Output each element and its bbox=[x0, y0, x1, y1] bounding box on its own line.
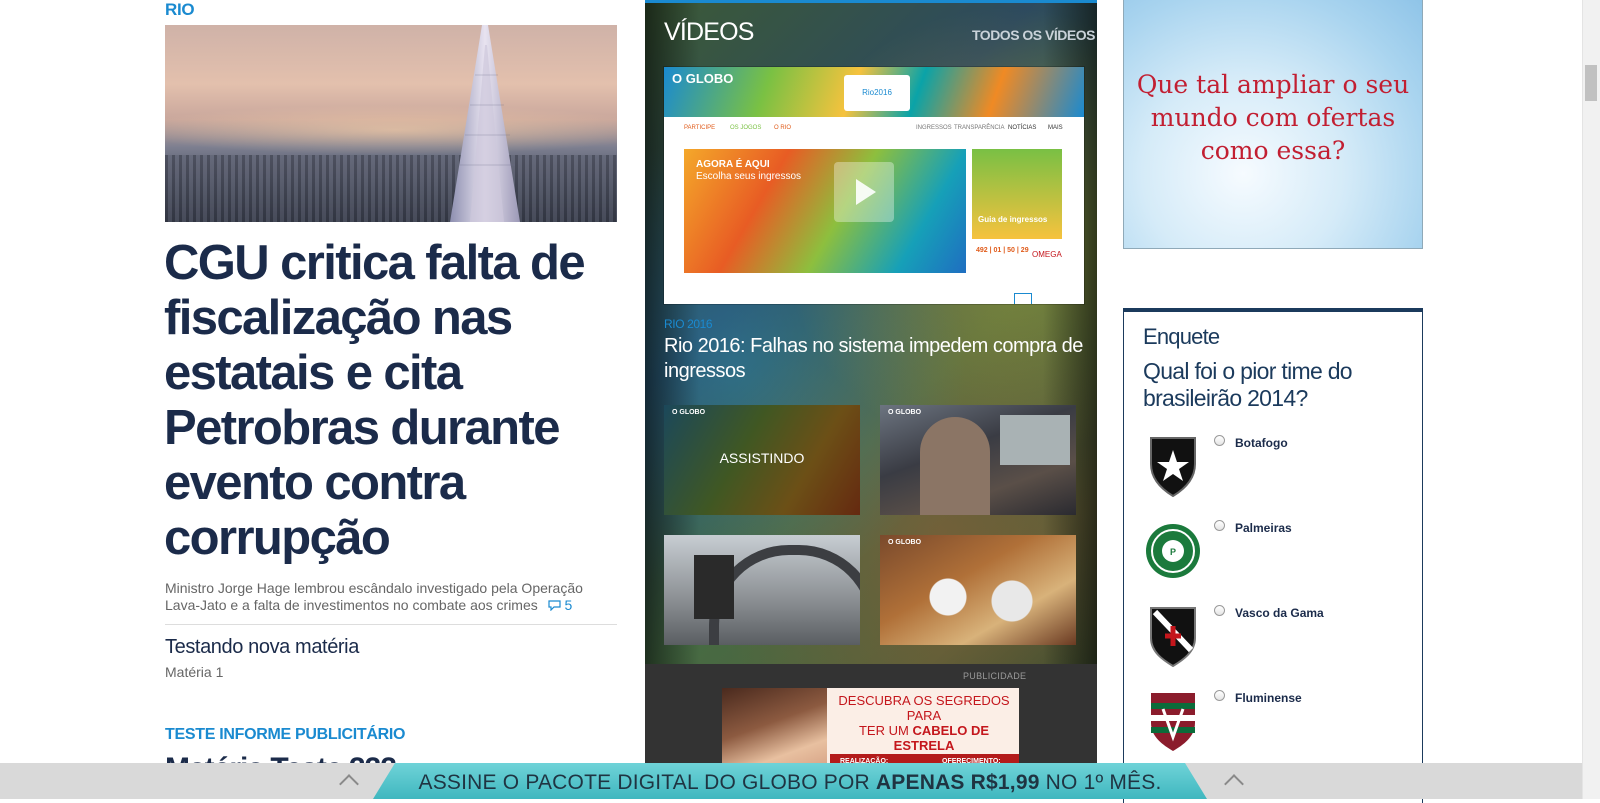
video-side-label: Guia de ingressos bbox=[978, 215, 1048, 224]
poll-radio-fluminense[interactable] bbox=[1214, 690, 1225, 701]
play-icon[interactable] bbox=[834, 162, 894, 222]
main-headline[interactable]: CGU critica falta de fiscalização nas es… bbox=[164, 236, 624, 566]
subscribe-text: ASSINE O PACOTE DIGITAL DO GLOBO POR APE… bbox=[418, 771, 1162, 794]
thumb-brand: O GLOBO bbox=[888, 539, 922, 546]
poll-option-vasco[interactable]: Vasco da Gama bbox=[1145, 604, 1415, 674]
summary-text: Ministro Jorge Hage lembrou escândalo in… bbox=[165, 580, 583, 613]
video-hero-text: AGORA É AQUI Escolha seus ingressos bbox=[696, 159, 801, 183]
all-videos-link[interactable]: TODOS OS VÍDEOS bbox=[972, 27, 1095, 43]
video-headline[interactable]: Rio 2016: Falhas no sistema impedem comp… bbox=[664, 334, 1084, 384]
videos-title: VÍDEOS bbox=[664, 18, 754, 46]
svg-text:P: P bbox=[1170, 547, 1176, 557]
rio2016-logo: Rio2016 bbox=[844, 75, 910, 111]
skyscraper-graphic bbox=[450, 25, 520, 222]
watching-label: ASSISTINDO bbox=[719, 450, 805, 466]
section-label-rio[interactable]: RIO bbox=[165, 0, 195, 20]
video-thumbnail-4[interactable]: O GLOBO bbox=[880, 535, 1076, 645]
offers-ad-text: Que tal ampliar o seu mundo com ofertas … bbox=[1136, 70, 1410, 165]
mail-icon bbox=[1014, 293, 1032, 304]
comments-count: 5 bbox=[564, 597, 573, 613]
thumb-brand: O GLOBO bbox=[672, 409, 706, 416]
ad-label: PUBLICIDADE bbox=[963, 671, 1027, 681]
collapse-bar-left-tab[interactable] bbox=[322, 763, 378, 799]
video-stats: 492 | 01 | 50 | 29 bbox=[976, 247, 1029, 254]
video-hero-title: AGORA É AQUI bbox=[696, 159, 770, 170]
scrollbar-track[interactable] bbox=[1582, 0, 1600, 799]
divider bbox=[165, 624, 617, 625]
video-thumbnail-1[interactable]: O GLOBO ASSISTINDO bbox=[664, 405, 860, 515]
video-thumbnail-3[interactable] bbox=[664, 535, 860, 645]
nav-noticias: NOTÍCIAS bbox=[1008, 125, 1037, 131]
video-tag[interactable]: RIO 2016 bbox=[664, 317, 713, 331]
poll-option-label: Vasco da Gama bbox=[1235, 606, 1324, 620]
nav-mais: MAIS bbox=[1048, 125, 1063, 131]
omega-logo: OMEGA bbox=[1032, 250, 1062, 259]
fluminense-crest-icon bbox=[1151, 693, 1195, 751]
poll-option-fluminense[interactable]: Fluminense bbox=[1145, 689, 1415, 759]
offers-ad-banner[interactable]: Que tal ampliar o seu mundo com ofertas … bbox=[1123, 0, 1423, 249]
video-banner: O GLOBO Rio2016 bbox=[664, 67, 1084, 117]
subscribe-banner-button[interactable]: ASSINE O PACOTE DIGITAL DO GLOBO POR APE… bbox=[373, 763, 1207, 799]
comment-bubble-icon bbox=[548, 600, 561, 612]
section-label-informe[interactable]: TESTE INFORME PUBLICITÁRIO bbox=[165, 726, 406, 744]
ad-line1: DESCUBRA OS SEGREDOS PARA bbox=[838, 693, 1010, 723]
poll-option-label: Botafogo bbox=[1235, 436, 1288, 450]
story-subtitle: Matéria 1 bbox=[165, 664, 224, 680]
nav-ingressos: INGRESSOS bbox=[916, 125, 952, 131]
chevron-up-icon bbox=[1224, 774, 1244, 794]
video-hero-subtitle: Escolha seus ingressos bbox=[696, 171, 802, 182]
poll-option-label: Fluminense bbox=[1235, 691, 1302, 705]
comments-link[interactable]: 5 bbox=[548, 597, 573, 613]
video-site-nav: PARTICIPE OS JOGOS O RIO INGRESSOS TRANS… bbox=[664, 125, 1084, 137]
video-brand: O GLOBO bbox=[672, 71, 734, 86]
poll-option-botafogo[interactable]: Botafogo bbox=[1145, 434, 1415, 504]
videos-top-border bbox=[645, 0, 1097, 3]
video-thumbnail-2[interactable]: O GLOBO bbox=[880, 405, 1076, 515]
ad-line2: TER UM CABELO DE ESTRELA bbox=[858, 723, 989, 753]
nav-os-jogos: OS JOGOS bbox=[730, 125, 762, 131]
poll-radio-palmeiras[interactable] bbox=[1214, 520, 1225, 531]
poll-radio-vasco[interactable] bbox=[1214, 605, 1225, 616]
botafogo-crest-icon bbox=[1150, 437, 1196, 498]
poll-label: Enquete bbox=[1143, 324, 1220, 349]
video-side-graphic: Guia de ingressos bbox=[972, 149, 1062, 239]
ad-text: DESCUBRA OS SEGREDOS PARA TER UM CABELO … bbox=[830, 693, 1018, 753]
poll-question: Qual foi o pior time do brasileirão 2014… bbox=[1143, 358, 1353, 411]
story-title-testando[interactable]: Testando nova matéria bbox=[165, 636, 359, 659]
headline-summary: Ministro Jorge Hage lembrou escândalo in… bbox=[165, 580, 605, 614]
main-video-player[interactable]: O GLOBO Rio2016 PARTICIPE OS JOGOS O RIO… bbox=[664, 67, 1084, 304]
video-hero-graphic: AGORA É AQUI Escolha seus ingressos bbox=[684, 149, 966, 273]
poll-option-label: Palmeiras bbox=[1235, 521, 1292, 535]
nav-o-rio: O RIO bbox=[774, 125, 792, 131]
hero-image[interactable] bbox=[165, 25, 617, 222]
palmeiras-crest-icon: P bbox=[1146, 524, 1200, 578]
nav-participe: PARTICIPE bbox=[684, 125, 716, 131]
nav-transparencia: TRANSPARÊNCIA bbox=[954, 125, 1005, 131]
vasco-crest-icon bbox=[1150, 607, 1196, 668]
poll-radio-botafogo[interactable] bbox=[1214, 435, 1225, 446]
poll-option-palmeiras[interactable]: P Palmeiras bbox=[1145, 519, 1415, 589]
scrollbar-thumb[interactable] bbox=[1585, 65, 1597, 101]
chevron-up-icon bbox=[339, 774, 359, 794]
collapse-bar-right-tab[interactable] bbox=[1207, 763, 1263, 799]
thumb-brand: O GLOBO bbox=[888, 409, 922, 416]
